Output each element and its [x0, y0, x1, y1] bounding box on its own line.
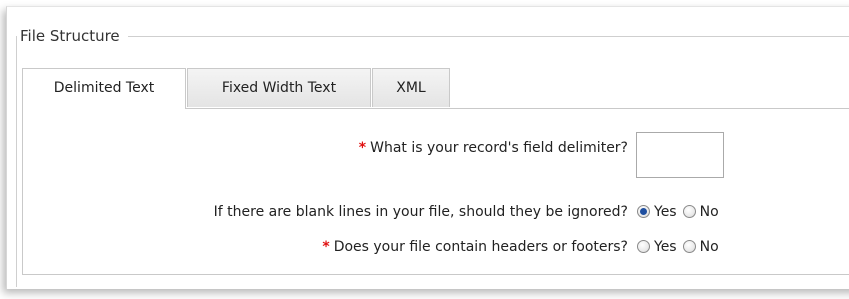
tab-label: Delimited Text	[53, 80, 155, 96]
delimiter-row: * What is your record's field delimiter?	[0, 140, 628, 156]
fieldset-legend: File Structure	[17, 26, 128, 46]
tab-label: Fixed Width Text	[221, 80, 337, 96]
tab-label: XML	[396, 80, 426, 96]
headers-footers-no-radio[interactable]	[682, 240, 696, 253]
blank-lines-yes-label[interactable]: Yes	[654, 204, 677, 220]
headers-footers-question-label: Does your file contain headers or footer…	[333, 239, 628, 255]
blank-lines-question-label: If there are blank lines in your file, s…	[213, 204, 628, 220]
required-marker: *	[322, 239, 330, 255]
blank-lines-no-radio[interactable]	[682, 205, 696, 218]
headers-footers-yes-radio[interactable]	[637, 240, 650, 253]
screenshot-stage: File Structure Delimited Text Fixed Widt…	[0, 0, 849, 299]
delimiter-input[interactable]	[636, 132, 724, 178]
headers-footers-row: * Does your file contain headers or foote…	[0, 239, 628, 255]
tab-xml[interactable]: XML	[372, 68, 450, 107]
headers-footers-yes-label[interactable]: Yes	[654, 239, 677, 255]
delimiter-question-label: What is your record's field delimiter?	[370, 140, 628, 156]
blank-lines-yes-radio[interactable]	[637, 205, 650, 218]
blank-lines-row: If there are blank lines in your file, s…	[0, 204, 628, 220]
blank-lines-no-label[interactable]: No	[700, 204, 719, 220]
tab-delimited-text[interactable]: Delimited Text	[22, 68, 186, 109]
headers-footers-no-label[interactable]: No	[700, 239, 719, 255]
headers-footers-options: Yes No	[637, 239, 725, 255]
required-marker: *	[358, 140, 367, 156]
blank-lines-options: Yes No	[637, 204, 725, 220]
tab-fixed-width-text[interactable]: Fixed Width Text	[187, 68, 371, 107]
